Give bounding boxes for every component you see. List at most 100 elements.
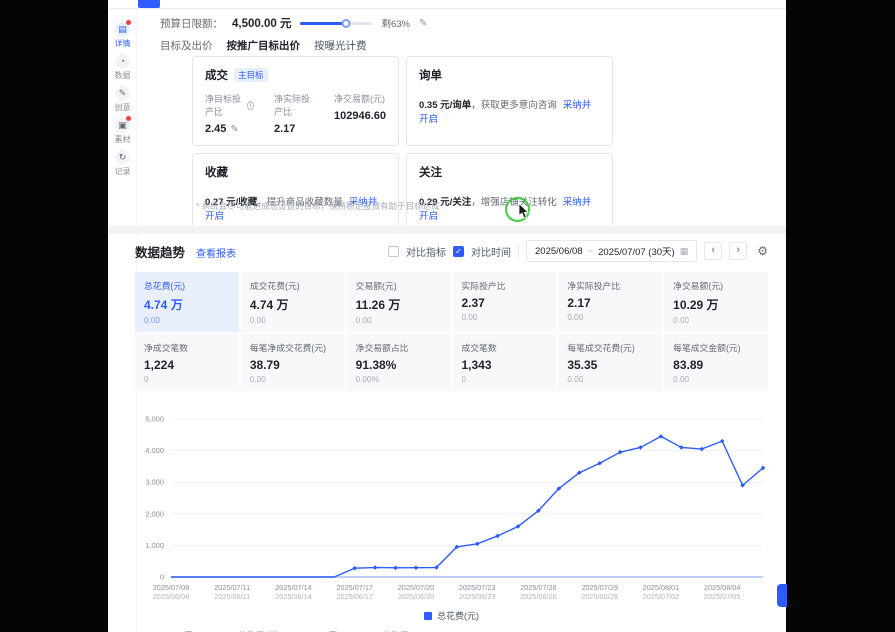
date-range-end: 2025/07/07 (30天) [598,244,675,258]
metric-card-2[interactable]: 成交花费(元)4.74 万0.00 [241,272,345,332]
svg-text:2025/07/14: 2025/07/14 [275,583,312,592]
goal-title: 成交 [205,67,228,83]
metric-label: 每笔成交花费(元) [567,341,653,354]
view-report-link[interactable]: 查看报表 [196,245,236,260]
metric-card-3[interactable]: 交易额(元)11.26 万0.00 [347,272,451,332]
metric-card-6[interactable]: 净交易额(元) 10.29 万 0.00 [664,272,768,332]
settings-gear-icon[interactable]: ⚙ [757,244,768,258]
metric-card-8[interactable]: 每笔净成交花费(元)38.790.00 [241,334,345,391]
svg-text:2025/06/20: 2025/06/20 [398,592,435,601]
metric-value: 38.79 [250,358,336,372]
metric-card-5[interactable]: 净实际投产比2.170.00 [558,272,662,332]
metric-value: 1,343 [462,358,548,372]
svg-text:2025/06/08: 2025/06/08 [153,592,190,601]
svg-text:2025/06/14: 2025/06/14 [275,592,312,601]
metric-compare-value: 0.00 [462,313,548,322]
date-range-separator: ~ [588,246,594,257]
metric-compare-value: 0.00 [356,316,442,325]
metric-label: 净交易额(元) [673,279,759,292]
svg-text:2025/07/02: 2025/07/02 [643,592,680,601]
metric-grid: 总花费(元) 4.74 万 0.00 成交花费(元)4.74 万0.00交易额(元)1… [135,272,768,391]
floating-side-button[interactable] [777,584,787,607]
metric-compare-value: 0.00 [673,375,759,384]
date-range-start: 2025/06/08 [535,246,583,257]
edit-icon[interactable]: ✎ [419,18,427,29]
metric-label: 实际投产比 [462,279,548,292]
metric-compare-value: 0 [462,375,548,384]
budget-slider[interactable] [300,22,372,25]
trend-section: 数据趋势 查看报表 对比指标 ✓ 对比时间 2025/06/08 ~ 2025/… [135,240,768,632]
prev-period-button[interactable]: ‹ [704,242,722,260]
goal-title: 询单 [419,67,442,83]
metric-label: 总花费(元) [144,279,230,292]
goal-card-favorite: 收藏 0.27 元/收藏，提升商品收藏数量采纳并开启 [192,153,399,233]
budget-remaining: 剩63% [381,16,410,30]
budget-row: 预算日限额： 4,500.00 元 剩63% ✎ [160,15,427,31]
svg-text:2025/06/26: 2025/06/26 [520,592,557,601]
mouse-cursor-icon [518,203,530,224]
date-range-picker[interactable]: 2025/06/08 ~ 2025/07/07 (30天) ▦ [526,240,697,262]
metric-label: 每笔成交金额(元) [673,341,759,354]
sidebar-item-asset[interactable]: ▣素材 [115,118,131,145]
sidebar-item-label: 素材 [115,134,131,145]
metric-card-12[interactable]: 每笔成交金额(元) 83.89 0.00 [664,334,768,391]
legend-swatch [424,612,432,620]
edit-icon[interactable]: ✎ [230,124,238,135]
mini-nav: ▤详情 ◔数据 ✎创意 ▣素材 ↻记录 [110,22,135,177]
metric-value: 10.29 万 [673,296,759,313]
goal-card-follow: 关注 0.29 元/关注，增强店铺关注转化采纳并开启 [406,153,613,233]
sidebar-item-data[interactable]: ◔数据 [115,54,131,81]
trend-controls: 对比指标 ✓ 对比时间 2025/06/08 ~ 2025/07/07 (30天… [388,240,768,262]
svg-text:4,000: 4,000 [145,446,164,455]
section-separator [108,226,786,234]
goal-title: 收藏 [205,164,228,180]
sidebar-item-detail[interactable]: ▤详情 [115,22,131,49]
metric-value: 83.89 [673,358,759,372]
calendar-icon: ▦ [680,246,689,257]
metric-card-1[interactable]: 总花费(元)4.74 万0.00 [135,272,239,332]
sidebar-item-log[interactable]: ↻记录 [115,150,131,177]
sidebar-item-creative[interactable]: ✎创意 [115,86,131,113]
header-divider [108,8,786,9]
info-icon[interactable]: i [247,101,254,110]
creative-icon: ✎ [115,86,130,101]
goal-metric: 净实际投产比 2.17 [274,92,314,135]
goal-metric-value: 2.17 [274,123,295,135]
notification-badge [126,116,131,121]
metric-card-10[interactable]: 成交笔数1,3430 [453,334,557,391]
metric-card-4[interactable]: 实际投产比2.370.00 [453,272,557,332]
metric-compare-value: 0.00 [250,375,336,384]
budget-slider-handle[interactable] [341,19,350,28]
compare-time-checkbox[interactable]: ✓ [453,246,464,257]
tab-bid-by-goal[interactable]: 按推广目标出价 [227,38,301,53]
compare-metric-checkbox[interactable] [388,246,399,257]
metric-value: 1,224 [144,358,230,372]
budget-value: 4,500.00 元 [232,15,291,31]
metric-value: 4.74 万 [144,296,230,313]
notification-badge [126,20,131,25]
goal-metric-label: 净目标投产比 [205,92,244,118]
svg-text:2025/06/11: 2025/06/11 [214,592,250,601]
goal-metric-label: 净实际投产比 [274,92,314,118]
chart-area: 01,0002,0003,0004,0005,0002025/07/082025… [135,403,768,622]
sidebar-item-label: 详情 [115,38,131,49]
svg-text:1,000: 1,000 [145,541,164,550]
goal-metric-value: 102946.60 [334,110,386,122]
top-tab-indicator[interactable] [138,0,160,8]
svg-text:5,000: 5,000 [145,415,164,424]
goal-title: 关注 [419,164,442,180]
suggestion-price: 0.35 元/询单 [419,100,471,111]
metric-card-11[interactable]: 每笔成交花费(元)35.350.00 [558,334,662,391]
chart-legend[interactable]: 总花费(元) [135,609,768,622]
svg-text:2025/07/17: 2025/07/17 [336,583,373,592]
svg-text:2025/07/23: 2025/07/23 [459,583,496,592]
metric-card-7[interactable]: 净成交笔数1,2240 [135,334,239,391]
tab-bid-by-impression[interactable]: 按曝光计费 [314,38,367,53]
metric-card-9[interactable]: 净交易额占比91.38%0.00% [347,334,451,391]
controls-divider [518,245,519,258]
next-period-button[interactable]: › [729,242,747,260]
metric-compare-value: 0.00 [673,316,759,325]
metric-value: 4.74 万 [250,296,336,313]
metric-label: 净实际投产比 [567,279,653,292]
main-goal-badge: 主目标 [234,68,268,82]
